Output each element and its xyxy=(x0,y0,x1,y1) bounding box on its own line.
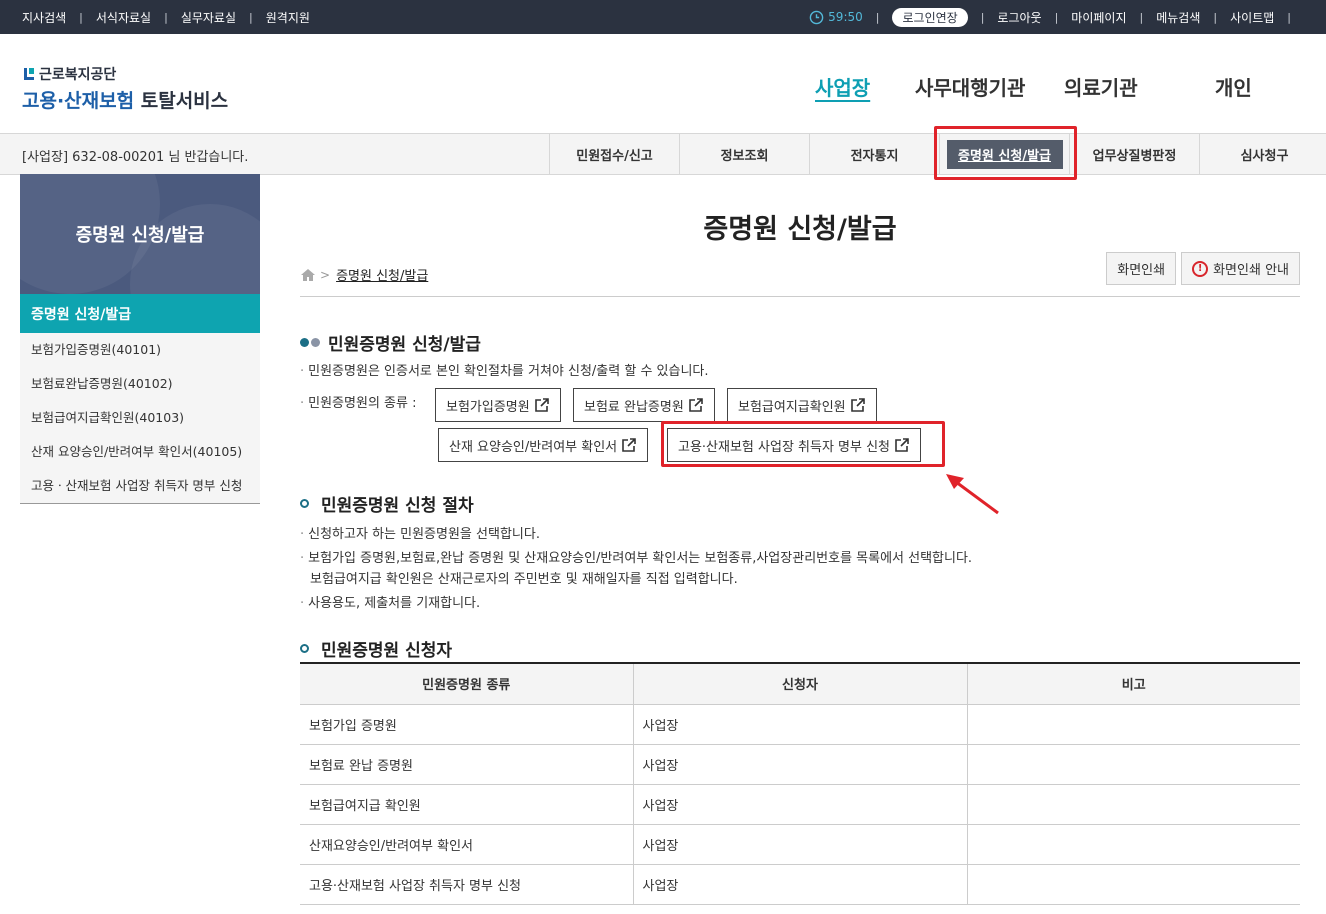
table-row: 보험가입 증명원 사업장 xyxy=(300,704,1300,745)
types-label: · 민원증명원의 종류 : xyxy=(300,396,417,411)
tab-review-request[interactable]: 심사청구 xyxy=(1199,134,1326,175)
cert-benefit-payment-button[interactable]: 보험급여지급확인원 xyxy=(727,388,877,422)
side-menu-item-acquirer-list[interactable]: 고용ㆍ산재보험 사업장 취득자 명부 신청 xyxy=(20,469,260,503)
breadcrumb-current[interactable]: 증명원 신청/발급 xyxy=(336,265,428,284)
sitemap-link[interactable]: 사이트맵 xyxy=(1230,9,1274,26)
table-row: 고용·산재보험 사업장 취득자 명부 신청 사업장 xyxy=(300,864,1300,905)
timer-value: 59:50 xyxy=(828,10,863,24)
cert-care-approval-button[interactable]: 산재 요양승인/반려여부 확인서 xyxy=(438,428,649,462)
home-icon[interactable] xyxy=(300,268,316,282)
side-menu-item-40101[interactable]: 보험가입증명원(40101) xyxy=(20,333,260,367)
site-header: 근로복지공단 고용·산재보험 토탈서비스 사업장 사무대행기관 의료기관 개인 xyxy=(0,34,1326,134)
cert-acquirer-list-button[interactable]: 고용·산재보험 사업장 취득자 명부 신청 xyxy=(667,428,922,462)
table-row: 보험급여지급 확인원 사업장 xyxy=(300,784,1300,825)
table-row: 보험료 완납 증명원 사업장 xyxy=(300,744,1300,785)
section-title-applicant: 민원증명원 신청자 xyxy=(300,636,452,661)
global-nav: 사업장 사무대행기관 의료기관 개인 xyxy=(0,72,1326,102)
red-arrow-icon xyxy=(946,474,999,515)
side-menu-item-40102[interactable]: 보험료완납증명원(40102) xyxy=(20,367,260,401)
welcome-text: [사업장] 632-08-00201 님 반갑습니다. xyxy=(22,150,249,165)
section-desc: · 민원증명원은 인증서로 본인 확인절차를 거쳐야 신청/출력 할 수 있습니다… xyxy=(300,364,709,379)
logout-link[interactable]: 로그아웃 xyxy=(997,9,1041,26)
sub-nav: [사업장] 632-08-00201 님 반갑습니다. 민원접수/신고 정보조회… xyxy=(0,134,1326,175)
gnb-personal[interactable]: 개인 xyxy=(1215,72,1252,101)
ring-bullet-icon xyxy=(300,499,309,508)
procedure-step: 보험급여지급 확인원은 산재근로자의 주민번호 및 재해일자를 직접 입력합니다… xyxy=(310,572,738,587)
tab-e-notice[interactable]: 전자통지 xyxy=(809,134,939,175)
print-guide-label: 화면인쇄 안내 xyxy=(1213,263,1289,278)
forms-library-link[interactable]: 서식자료실 xyxy=(96,9,151,26)
side-menu-title: 증명원 신청/발급 xyxy=(75,225,205,246)
procedure-step: · 보험가입 증명원,보험료,완납 증명원 및 산재요양승인/반려여부 확인서는 … xyxy=(300,551,973,566)
practice-library-link[interactable]: 실무자료실 xyxy=(181,9,236,26)
page-title: 증명원 신청/발급 xyxy=(703,214,897,245)
column-header: 신청자 xyxy=(632,662,967,705)
bullet-dots-icon xyxy=(300,338,322,347)
side-menu-item-40103[interactable]: 보험급여지급확인원(40103) xyxy=(20,401,260,435)
external-link-icon xyxy=(622,438,636,452)
breadcrumb: > 증명원 신청/발급 xyxy=(300,265,428,284)
ring-bullet-icon xyxy=(300,644,309,653)
tab-certificate-label: 증명원 신청/발급 xyxy=(946,140,1063,169)
cert-premium-paid-button[interactable]: 보험료 완납증명원 xyxy=(573,388,715,422)
tab-certificate[interactable]: 증명원 신청/발급 xyxy=(939,134,1069,175)
external-link-icon xyxy=(850,398,865,412)
clock-icon xyxy=(809,10,824,24)
gnb-medical[interactable]: 의료기관 xyxy=(1064,72,1138,101)
side-menu-item-active[interactable]: 증명원 신청/발급 xyxy=(20,294,260,333)
external-link-icon xyxy=(689,398,703,412)
side-menu-header: 증명원 신청/발급 xyxy=(20,174,260,294)
section-title-procedure: 민원증명원 신청 절차 xyxy=(300,491,474,516)
print-guide-button[interactable]: ! 화면인쇄 안내 xyxy=(1181,252,1300,285)
tab-occupational-disease[interactable]: 업무상질병판정 xyxy=(1069,134,1199,175)
branch-search-link[interactable]: 지사검색 xyxy=(22,9,66,26)
procedure-step: · 사용용도, 제출처를 기재합니다. xyxy=(300,596,481,611)
utility-bar: 지사검색 | 서식자료실 | 실무자료실 | 원격지원 59:50 | 로그인연… xyxy=(0,0,1326,34)
print-button[interactable]: 화면인쇄 xyxy=(1106,252,1177,285)
divider xyxy=(300,296,1300,297)
chevron-right-icon: > xyxy=(320,267,331,282)
tab-info-inquiry[interactable]: 정보조회 xyxy=(679,134,809,175)
tab-civil-request[interactable]: 민원접수/신고 xyxy=(549,134,679,175)
applicant-table: 민원증명원 종류 신청자 비고 보험가입 증명원 사업장 보험료 완납 증명원 … xyxy=(300,662,1300,905)
remote-support-link[interactable]: 원격지원 xyxy=(266,9,310,26)
side-menu: 증명원 신청/발급 증명원 신청/발급 보험가입증명원(40101) 보험료완납… xyxy=(20,174,260,504)
menu-search-link[interactable]: 메뉴검색 xyxy=(1156,9,1200,26)
mypage-link[interactable]: 마이페이지 xyxy=(1071,9,1126,26)
session-timer: 59:50 xyxy=(809,10,863,25)
cert-insurance-membership-button[interactable]: 보험가입증명원 xyxy=(435,388,561,422)
login-extend-button[interactable]: 로그인연장 xyxy=(892,7,968,27)
external-link-icon xyxy=(895,438,909,452)
external-link-icon xyxy=(534,398,549,412)
table-row: 산재요양승인/반려여부 확인서 사업장 xyxy=(300,824,1300,865)
gnb-workplace[interactable]: 사업장 xyxy=(815,72,870,101)
column-header: 비고 xyxy=(966,662,1300,705)
gnb-agency[interactable]: 사무대행기관 xyxy=(915,72,1025,101)
section-title-apply: 민원증명원 신청/발급 xyxy=(300,330,481,355)
column-header: 민원증명원 종류 xyxy=(300,662,633,705)
side-menu-item-40105[interactable]: 산재 요양승인/반려여부 확인서(40105) xyxy=(20,435,260,469)
procedure-step: · 신청하고자 하는 민원증명원을 선택합니다. xyxy=(300,527,540,542)
alert-icon: ! xyxy=(1192,260,1209,277)
